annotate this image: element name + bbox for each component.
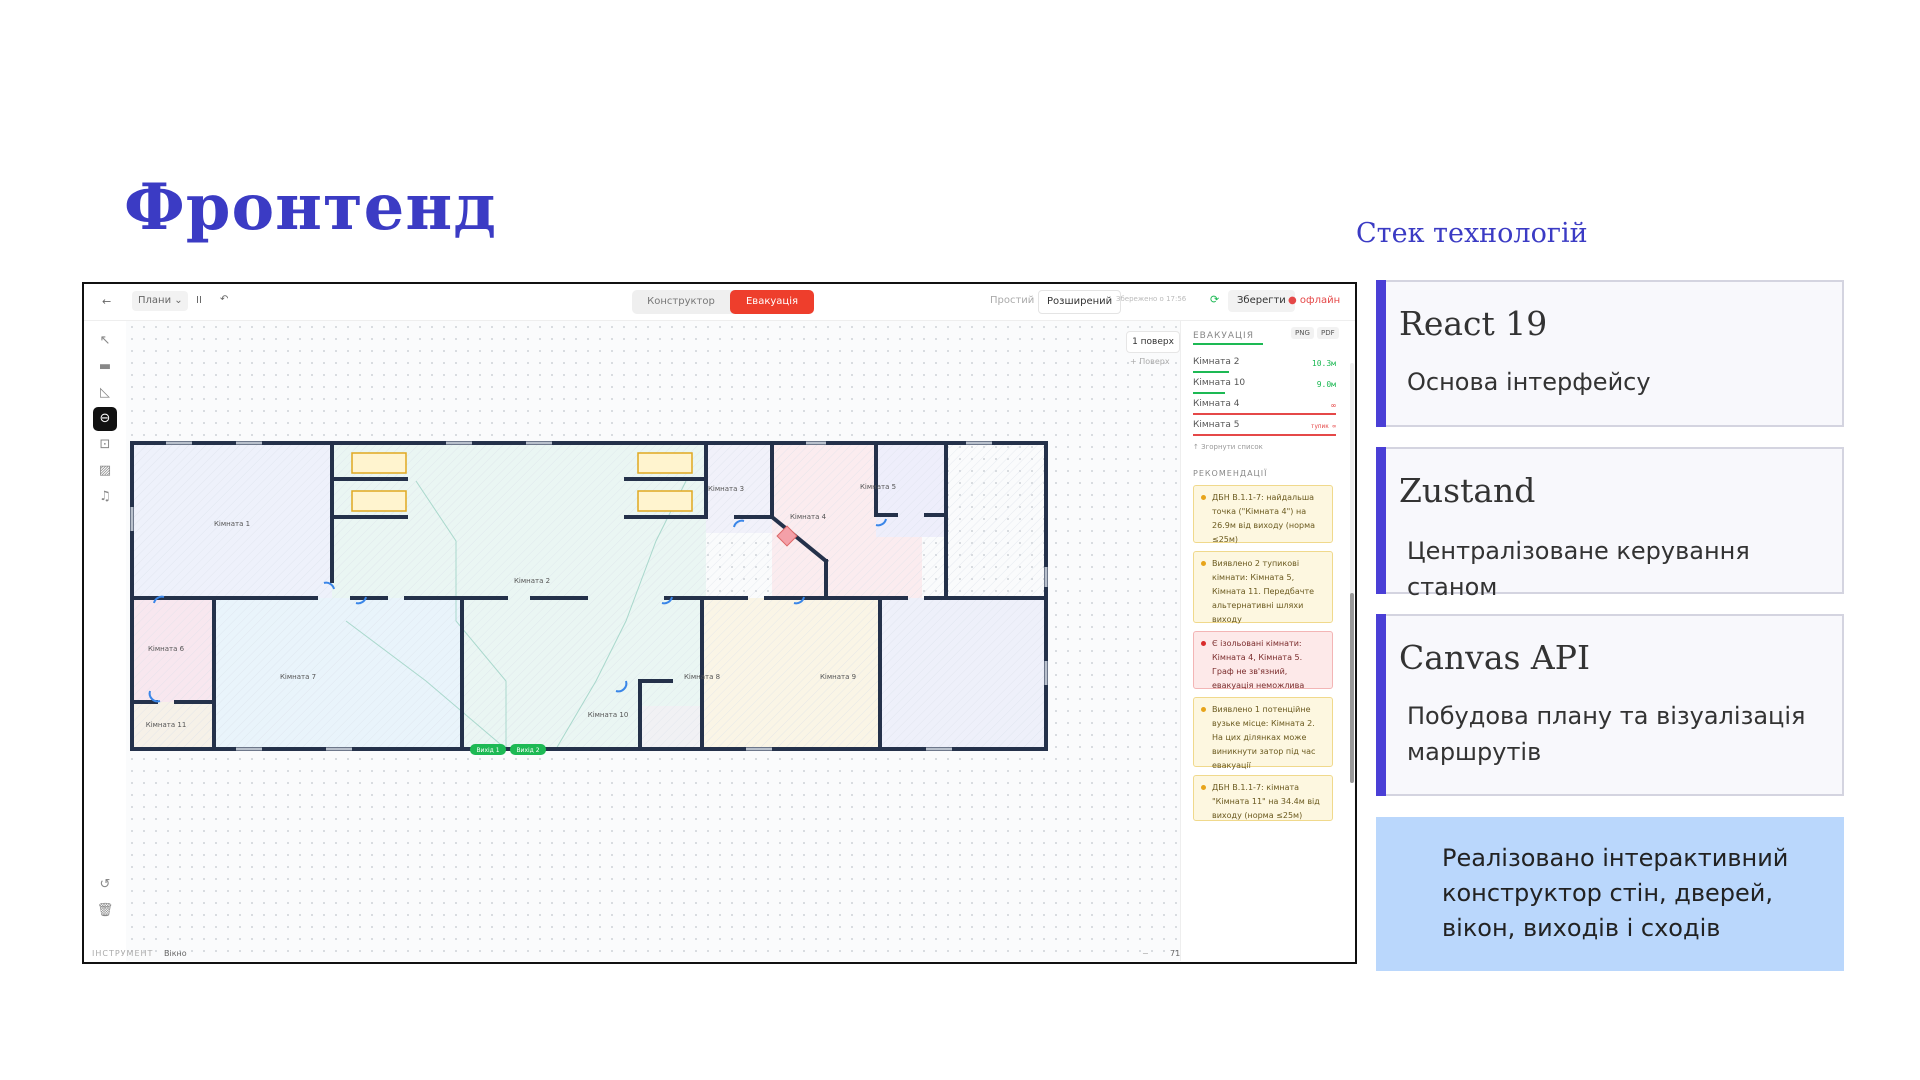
chevron-down-icon: ⌄ xyxy=(171,295,183,306)
evac-row[interactable]: Кімната 2 10.3м xyxy=(1193,357,1336,377)
recommendation-text: ДБН В.1.1-7: кімната "Кімната 11" на 34.… xyxy=(1212,783,1320,820)
tech-card-desc: Основа інтерфейсу xyxy=(1407,368,1651,396)
recommendation-card: Виявлено 1 потенційне вузьке місце: Кімн… xyxy=(1193,697,1333,770)
tech-card-canvas: Canvas API Побудова плану та візуалізаці… xyxy=(1376,614,1844,796)
save-button[interactable]: Зберегти xyxy=(1228,290,1295,312)
recommendation-card: ДБН В.1.1-7: кімната "Кімната 11" на 34.… xyxy=(1193,775,1333,821)
tech-card-react: React 19 Основа інтерфейсу xyxy=(1376,280,1844,427)
evac-distance: 9.0м xyxy=(1316,380,1336,389)
recommendation-card: Виявлено 2 тупикові кімнати: Кімната 5, … xyxy=(1193,551,1333,624)
evac-bar xyxy=(1193,371,1229,373)
evac-row[interactable]: Кімната 4 ∞ xyxy=(1193,399,1336,419)
tab-evacuation[interactable]: Евакуація xyxy=(730,290,814,314)
evac-row[interactable]: Кімната 5 тупик ∞ xyxy=(1193,420,1336,440)
evac-distance: ∞ xyxy=(1331,401,1336,410)
room-label: Кімната 4 xyxy=(790,513,827,521)
refresh-icon[interactable]: ⟳ xyxy=(1210,293,1219,306)
plan-canvas[interactable]: 1 поверх + Поверх Кімната 1 Кімната 2 Кі… xyxy=(92,321,1222,961)
bell-tool-icon[interactable]: ♫ xyxy=(93,485,117,509)
recommendation-card: ДБН В.1.1-7: найдальша точка ("Кімната 4… xyxy=(1193,485,1333,544)
panel-title-underline xyxy=(1193,343,1263,345)
recommendations-title: РЕКОМЕНДАЦІЇ xyxy=(1193,469,1268,478)
view-extended[interactable]: Розширений xyxy=(1038,290,1122,314)
floor-plan: Кімната 1 Кімната 2 Кімната 3 Кімната 4 … xyxy=(130,441,1048,755)
status-tool: Вікно xyxy=(164,949,187,958)
view-simple[interactable]: Простий xyxy=(990,295,1034,306)
tech-card-title: Canvas API xyxy=(1399,638,1590,677)
evac-distance: тупик ∞ xyxy=(1310,423,1336,430)
undo-icon[interactable]: ↶ xyxy=(220,294,228,305)
room-label: Кімната 11 xyxy=(146,721,187,729)
tech-card-title: Zustand xyxy=(1399,471,1536,510)
recommendation-text: Виявлено 1 потенційне вузьке місце: Кімн… xyxy=(1212,705,1316,770)
status-label: ІНСТРУМЕНТ xyxy=(92,949,154,958)
offline-label: офлайн xyxy=(1299,295,1341,306)
window-tool-icon[interactable]: ⊖ xyxy=(93,407,117,431)
summary-note: Реалізовано інтерактивний конструктор ст… xyxy=(1376,817,1844,971)
export-pdf-button[interactable]: PDF xyxy=(1317,327,1339,339)
room-label: Кімната 10 xyxy=(588,711,629,719)
room-label: Кімната 3 xyxy=(708,485,744,493)
room-label: Кімната 7 xyxy=(280,673,316,681)
plans-dropdown[interactable]: Плани ⌄ xyxy=(132,291,188,311)
tech-card-title: React 19 xyxy=(1399,304,1548,343)
evac-room: Кімната 2 xyxy=(1193,357,1240,367)
tech-card-desc: Централізоване керування станом xyxy=(1407,537,1750,601)
offline-status: ● офлайн xyxy=(1288,295,1341,306)
exit-tool-icon[interactable]: ⊡ xyxy=(93,433,117,457)
stack-label: Стек технологій xyxy=(1356,218,1588,249)
select-tool-icon[interactable]: ↖ xyxy=(93,329,117,353)
tech-card-desc: Побудова плану та візуалізація маршрутів xyxy=(1407,702,1806,766)
panel-scrollbar[interactable] xyxy=(1350,363,1354,783)
export-png-button[interactable]: PNG xyxy=(1291,327,1314,339)
recommendation-text: Виявлено 2 тупикові кімнати: Кімната 5, … xyxy=(1212,559,1315,624)
trash-icon[interactable]: 🗑 xyxy=(93,899,117,923)
room-label: Кімната 5 xyxy=(860,483,896,491)
evac-bar xyxy=(1193,434,1336,436)
room-label: Кімната 8 xyxy=(684,673,720,681)
plans-label: Плани xyxy=(138,295,172,306)
back-arrow-icon[interactable]: ← xyxy=(102,295,111,308)
undo-tool-icon[interactable]: ↺ xyxy=(93,873,117,897)
app-screenshot: ← Плани ⌄ II ↶ Конструктор Евакуація Про… xyxy=(82,282,1357,964)
recommendation-card: Є ізольовані кімнати: Кімната 4, Кімната… xyxy=(1193,631,1333,690)
saved-status: Збережено о 17:56 xyxy=(1116,295,1187,303)
scrollbar-thumb[interactable] xyxy=(1350,593,1354,783)
door-tool-icon[interactable]: ◺ xyxy=(93,381,117,405)
room-label: Кімната 6 xyxy=(148,645,185,653)
evac-bar xyxy=(1193,392,1225,394)
tab-constructor[interactable]: Конструктор xyxy=(632,290,730,314)
exit-label: Вихід 1 xyxy=(476,747,499,754)
stairs-tool-icon[interactable]: ▨ xyxy=(93,459,117,483)
wall-tool-icon[interactable]: ▬ xyxy=(93,355,117,379)
evac-row[interactable]: Кімната 10 9.0м xyxy=(1193,378,1336,398)
slide-title: Фронтенд xyxy=(124,170,497,245)
collapse-list-link[interactable]: ↑ Згорнути список xyxy=(1193,443,1263,451)
tech-card-zustand: Zustand Централізоване керування станом xyxy=(1376,447,1844,601)
panel-title: ЕВАКУАЦІЯ xyxy=(1193,331,1254,341)
exit-label: Вихід 2 xyxy=(516,747,539,754)
evac-room: Кімната 4 xyxy=(1193,399,1240,409)
evac-room: Кімната 5 xyxy=(1193,420,1240,430)
room-label: Кімната 9 xyxy=(820,673,856,681)
evac-bar xyxy=(1193,413,1336,415)
room-label: Кімната 2 xyxy=(514,577,550,585)
pause-icon[interactable]: II xyxy=(196,295,202,306)
evac-distance: 10.3м xyxy=(1311,359,1336,368)
top-toolbar: ← Плани ⌄ II ↶ Конструктор Евакуація Про… xyxy=(84,284,1355,321)
status-bar: ІНСТРУМЕНТ Вікно − 71% + xyxy=(92,947,1222,961)
evacuation-panel: ЕВАКУАЦІЯ PNG PDF Кімната 2 10.3м Кімнат… xyxy=(1180,321,1355,961)
evac-room: Кімната 10 xyxy=(1193,378,1246,388)
mode-switch: Конструктор Евакуація xyxy=(632,290,814,314)
zoom-out-button[interactable]: − xyxy=(1142,949,1149,958)
recommendation-text: ДБН В.1.1-7: найдальша точка ("Кімната 4… xyxy=(1212,493,1316,544)
recommendation-text: Є ізольовані кімнати: Кімната 4, Кімната… xyxy=(1212,639,1305,690)
tool-sidebar: ↖ ▬ ◺ ⊖ ⊡ ▨ ♫ ↺ 🗑 xyxy=(84,321,126,961)
room-label: Кімната 1 xyxy=(214,520,250,528)
